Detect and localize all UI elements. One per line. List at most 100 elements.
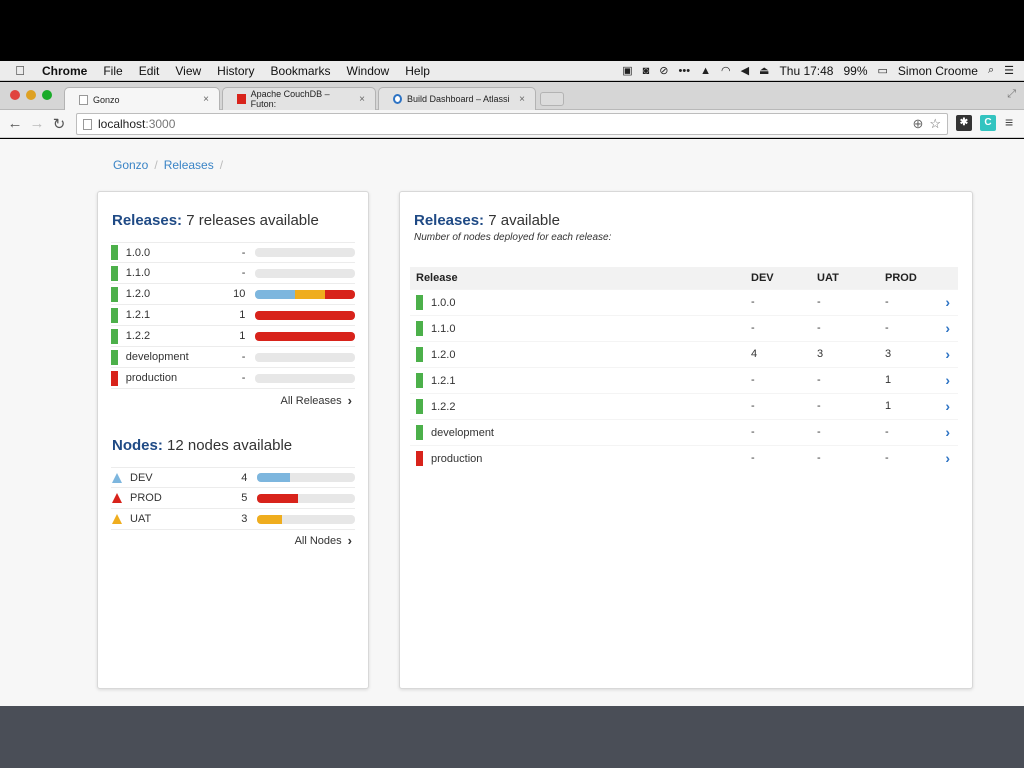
menu-help[interactable]: Help <box>397 64 438 78</box>
release-status-marker <box>416 451 423 466</box>
all-nodes-link[interactable]: All Nodes › <box>295 533 352 548</box>
volume-icon[interactable]: ◀ <box>741 64 749 77</box>
dev-count-cell: - <box>745 366 811 393</box>
breadcrumb-home[interactable]: Gonzo <box>113 158 148 172</box>
menubar-user[interactable]: Simon Croome <box>898 64 978 78</box>
close-window-icon[interactable] <box>10 90 20 100</box>
chevron-right-icon[interactable]: › <box>934 340 958 367</box>
menu-edit[interactable]: Edit <box>131 64 168 78</box>
table-row[interactable]: 1.2.2- -1 › <box>410 392 958 419</box>
release-summary-row[interactable]: 1.2.2 1 <box>111 326 355 347</box>
uat-count-cell: - <box>811 366 879 393</box>
url-port: :3000 <box>145 117 176 131</box>
fullscreen-icon[interactable]: ⤢ <box>1007 88 1016 101</box>
release-status-marker <box>111 265 118 281</box>
environment-node-count: 5 <box>241 492 248 504</box>
releases-table: Release DEV UAT PROD 1.0.0- - - › 1.1.0- - - › 1… <box>410 267 958 471</box>
node-summary-row[interactable]: UAT 3 <box>111 509 355 530</box>
eject-icon[interactable]: ⏏ <box>759 64 769 77</box>
chevron-right-icon[interactable]: › <box>934 366 958 393</box>
table-row[interactable]: 1.2.1- -1 › <box>410 366 958 393</box>
chevron-right-icon[interactable]: › <box>934 392 958 419</box>
tab-build-dashboard[interactable]: Build Dashboard – Atlassi × <box>378 87 536 110</box>
table-row[interactable]: development - - - › <box>410 418 958 445</box>
wifi-icon[interactable]: ◠ <box>721 64 731 77</box>
release-status-marker <box>416 295 423 310</box>
zoom-window-icon[interactable] <box>42 90 52 100</box>
table-row[interactable]: 1.0.0- - - › <box>410 288 958 315</box>
dots-icon[interactable]: ••• <box>679 65 691 77</box>
chrome-menu-icon[interactable]: ≡ <box>1005 114 1013 130</box>
menubar-clock[interactable]: Thu 17:48 <box>779 64 833 78</box>
tab-close-icon[interactable]: × <box>351 94 365 105</box>
column-header-prod[interactable]: PROD <box>879 267 934 289</box>
extension-c-icon[interactable]: C <box>980 115 996 131</box>
breadcrumb-releases[interactable]: Releases <box>164 158 214 172</box>
column-header-dev[interactable]: DEV <box>745 267 811 289</box>
all-releases-link[interactable]: All Releases › <box>281 393 352 408</box>
environment-bar <box>257 473 355 482</box>
camera-icon[interactable]: ◙ <box>643 65 650 77</box>
menu-bookmarks[interactable]: Bookmarks <box>263 64 339 78</box>
screen-icon[interactable]: ▣ <box>622 64 632 77</box>
node-summary-row[interactable]: PROD 5 <box>111 488 355 509</box>
back-arrow-icon[interactable]: ← <box>4 115 26 132</box>
release-summary-row[interactable]: 1.1.0 - <box>111 263 355 284</box>
spotlight-icon[interactable]: ⌕ <box>988 64 994 77</box>
menu-view[interactable]: View <box>167 64 209 78</box>
bar-segment <box>255 289 296 299</box>
column-header-release[interactable]: Release <box>410 267 745 289</box>
release-summary-row[interactable]: production - <box>111 368 355 389</box>
release-name: development <box>431 426 494 439</box>
release-cell: 1.2.2 <box>410 393 745 419</box>
tab-close-icon[interactable]: × <box>511 94 525 105</box>
battery-percent[interactable]: 99% <box>843 64 867 78</box>
menu-chrome[interactable]: Chrome <box>34 64 95 78</box>
chevron-right-icon[interactable]: › <box>934 418 958 445</box>
column-header-uat[interactable]: UAT <box>811 267 879 289</box>
chevron-right-icon[interactable]: › <box>934 444 958 471</box>
triangle-icon <box>112 514 122 524</box>
chevron-right-icon[interactable]: › <box>934 288 958 315</box>
extension-puzzle-icon[interactable]: ✱ <box>956 115 972 131</box>
minimize-window-icon[interactable] <box>26 90 36 100</box>
prod-count-cell: 1 <box>879 392 934 419</box>
table-row[interactable]: 1.1.0- - - › <box>410 314 958 341</box>
screen:  Chrome File Edit View History Bookmark… <box>0 0 1024 768</box>
uat-count-cell: - <box>811 288 879 315</box>
table-row[interactable]: 1.2.0 4 3 3 › <box>410 340 958 367</box>
menu-file[interactable]: File <box>95 64 130 78</box>
bell-icon[interactable]: ▲ <box>700 65 711 77</box>
zoom-icon[interactable]: ⊕ <box>912 116 923 132</box>
node-summary-row[interactable]: DEV 4 <box>111 467 355 488</box>
release-summary-row[interactable]: 1.0.0 - <box>111 242 355 263</box>
tab-close-icon[interactable]: × <box>195 94 209 105</box>
bar-segment <box>255 331 355 341</box>
menu-window[interactable]: Window <box>339 64 398 78</box>
address-bar[interactable]: localhost:3000 ⊕ ☆ <box>76 113 948 135</box>
reload-icon[interactable]: ↻ <box>48 115 70 133</box>
uat-count-cell: - <box>811 444 879 471</box>
release-summary-row[interactable]: 1.2.1 1 <box>111 305 355 326</box>
battery-icon[interactable]: ▭ <box>878 64 888 77</box>
list-icon[interactable]: ☰ <box>1004 64 1014 77</box>
apple-icon[interactable]:  <box>6 63 34 78</box>
column-header-action <box>934 267 958 289</box>
new-tab-button[interactable] <box>540 92 564 106</box>
forward-arrow-icon[interactable]: → <box>26 115 48 132</box>
tab-label: Build Dashboard – Atlassi <box>407 94 510 104</box>
release-summary-row[interactable]: development - <box>111 347 355 368</box>
release-name: 1.1.0 <box>431 322 456 335</box>
chevron-right-icon: › <box>347 533 352 548</box>
chevron-right-icon[interactable]: › <box>934 314 958 341</box>
bar-fill <box>257 473 290 482</box>
menu-history[interactable]: History <box>209 64 262 78</box>
release-node-count: 1 <box>239 309 246 321</box>
release-summary-row[interactable]: 1.2.0 10 <box>111 284 355 305</box>
tab-couchdb[interactable]: Apache CouchDB – Futon: × <box>222 87 376 110</box>
bookmark-star-icon[interactable]: ☆ <box>929 116 941 132</box>
sync-icon[interactable]: ⊘ <box>659 64 668 77</box>
tab-gonzo[interactable]: Gonzo × <box>64 87 220 111</box>
table-row[interactable]: production - - - › <box>410 444 958 471</box>
release-status-marker <box>416 321 423 336</box>
